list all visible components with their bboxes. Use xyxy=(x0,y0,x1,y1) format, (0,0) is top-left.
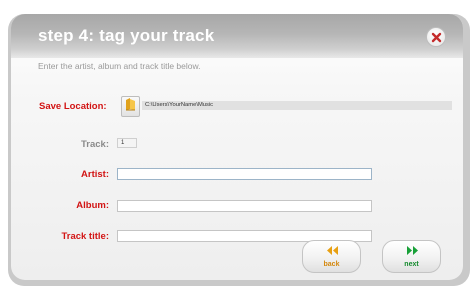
tag-track-dialog: step 4: tag your track Enter the artist,… xyxy=(11,14,463,280)
save-location-path: C:\Users\YourName\Music xyxy=(145,102,214,108)
close-button[interactable] xyxy=(426,27,446,47)
title-bar: step 4: tag your track xyxy=(11,14,463,58)
back-button[interactable]: back xyxy=(302,240,361,273)
track-title-label: Track title: xyxy=(61,231,109,242)
track-number-field[interactable]: 1 xyxy=(117,138,137,148)
album-input[interactable] xyxy=(117,200,372,212)
close-icon xyxy=(431,32,442,43)
track-label: Track: xyxy=(81,139,109,150)
artist-input[interactable] xyxy=(117,168,372,180)
dialog-title: step 4: tag your track xyxy=(38,26,215,45)
folder-icon xyxy=(125,97,136,116)
album-label: Album: xyxy=(76,200,109,211)
next-button[interactable]: next xyxy=(382,240,441,273)
back-button-label: back xyxy=(323,261,340,268)
save-location-label: Save Location: xyxy=(39,101,107,112)
browse-folder-button[interactable] xyxy=(121,96,140,117)
artist-label: Artist: xyxy=(81,169,109,180)
instructions-text: Enter the artist, album and track title … xyxy=(38,61,201,71)
next-button-label: next xyxy=(404,261,419,268)
